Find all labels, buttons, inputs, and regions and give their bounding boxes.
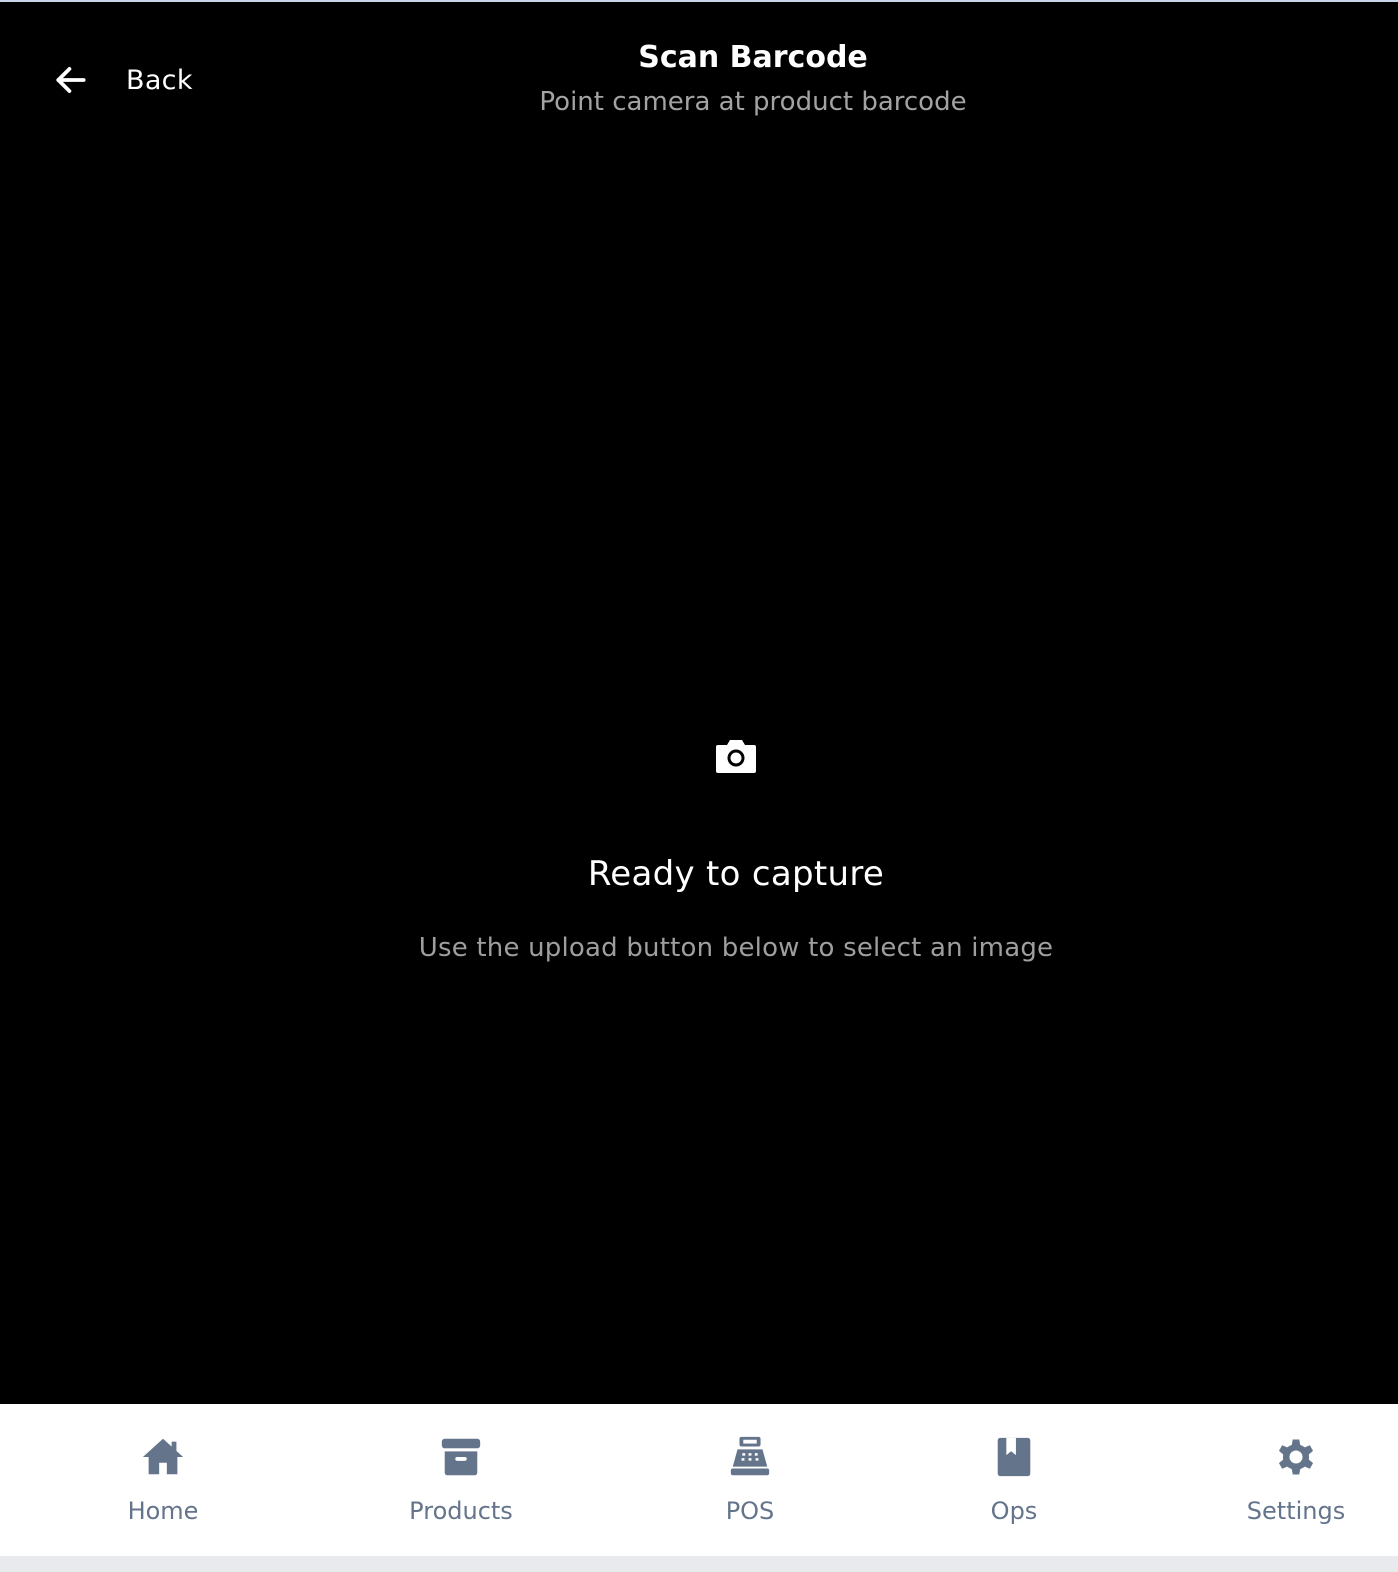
nav-label-settings: Settings: [1246, 1497, 1346, 1525]
gear-icon: [1278, 1439, 1314, 1475]
page-subtitle: Point camera at product barcode: [539, 87, 967, 117]
nav-label-pos: POS: [725, 1497, 775, 1525]
bottom-border: [0, 1556, 1398, 1572]
home-icon: [142, 1438, 184, 1475]
bottom-navigation: Home Products POS Ops Settings: [0, 1404, 1398, 1556]
nav-item-settings[interactable]: Settings: [1244, 1434, 1348, 1526]
nav-label-home: Home: [127, 1497, 199, 1525]
scanner-view: Back Scan Barcode Point camera at produc…: [0, 2, 1398, 1404]
ready-title: Ready to capture: [587, 854, 885, 894]
page-header: Scan Barcode Point camera at product bar…: [440, 38, 1066, 122]
nav-label-products: Products: [409, 1497, 513, 1525]
page-title: Scan Barcode: [638, 40, 868, 75]
archive-box-icon: [441, 1438, 481, 1476]
nav-label-ops: Ops: [990, 1497, 1038, 1525]
nav-item-home[interactable]: Home: [116, 1434, 210, 1526]
ready-message: Use the upload button below to select an…: [418, 933, 1054, 963]
back-label: Back: [126, 64, 193, 96]
camera-icon: [716, 740, 756, 773]
nav-item-pos[interactable]: POS: [712, 1434, 788, 1526]
nav-item-ops[interactable]: Ops: [976, 1434, 1052, 1526]
arrow-left-icon: [56, 67, 86, 93]
cash-register-icon: [730, 1436, 770, 1476]
book-icon: [997, 1437, 1031, 1477]
capture-placeholder: Ready to capture Use the upload button b…: [0, 736, 1398, 966]
nav-item-products[interactable]: Products: [398, 1434, 524, 1526]
back-button[interactable]: Back: [52, 60, 193, 100]
